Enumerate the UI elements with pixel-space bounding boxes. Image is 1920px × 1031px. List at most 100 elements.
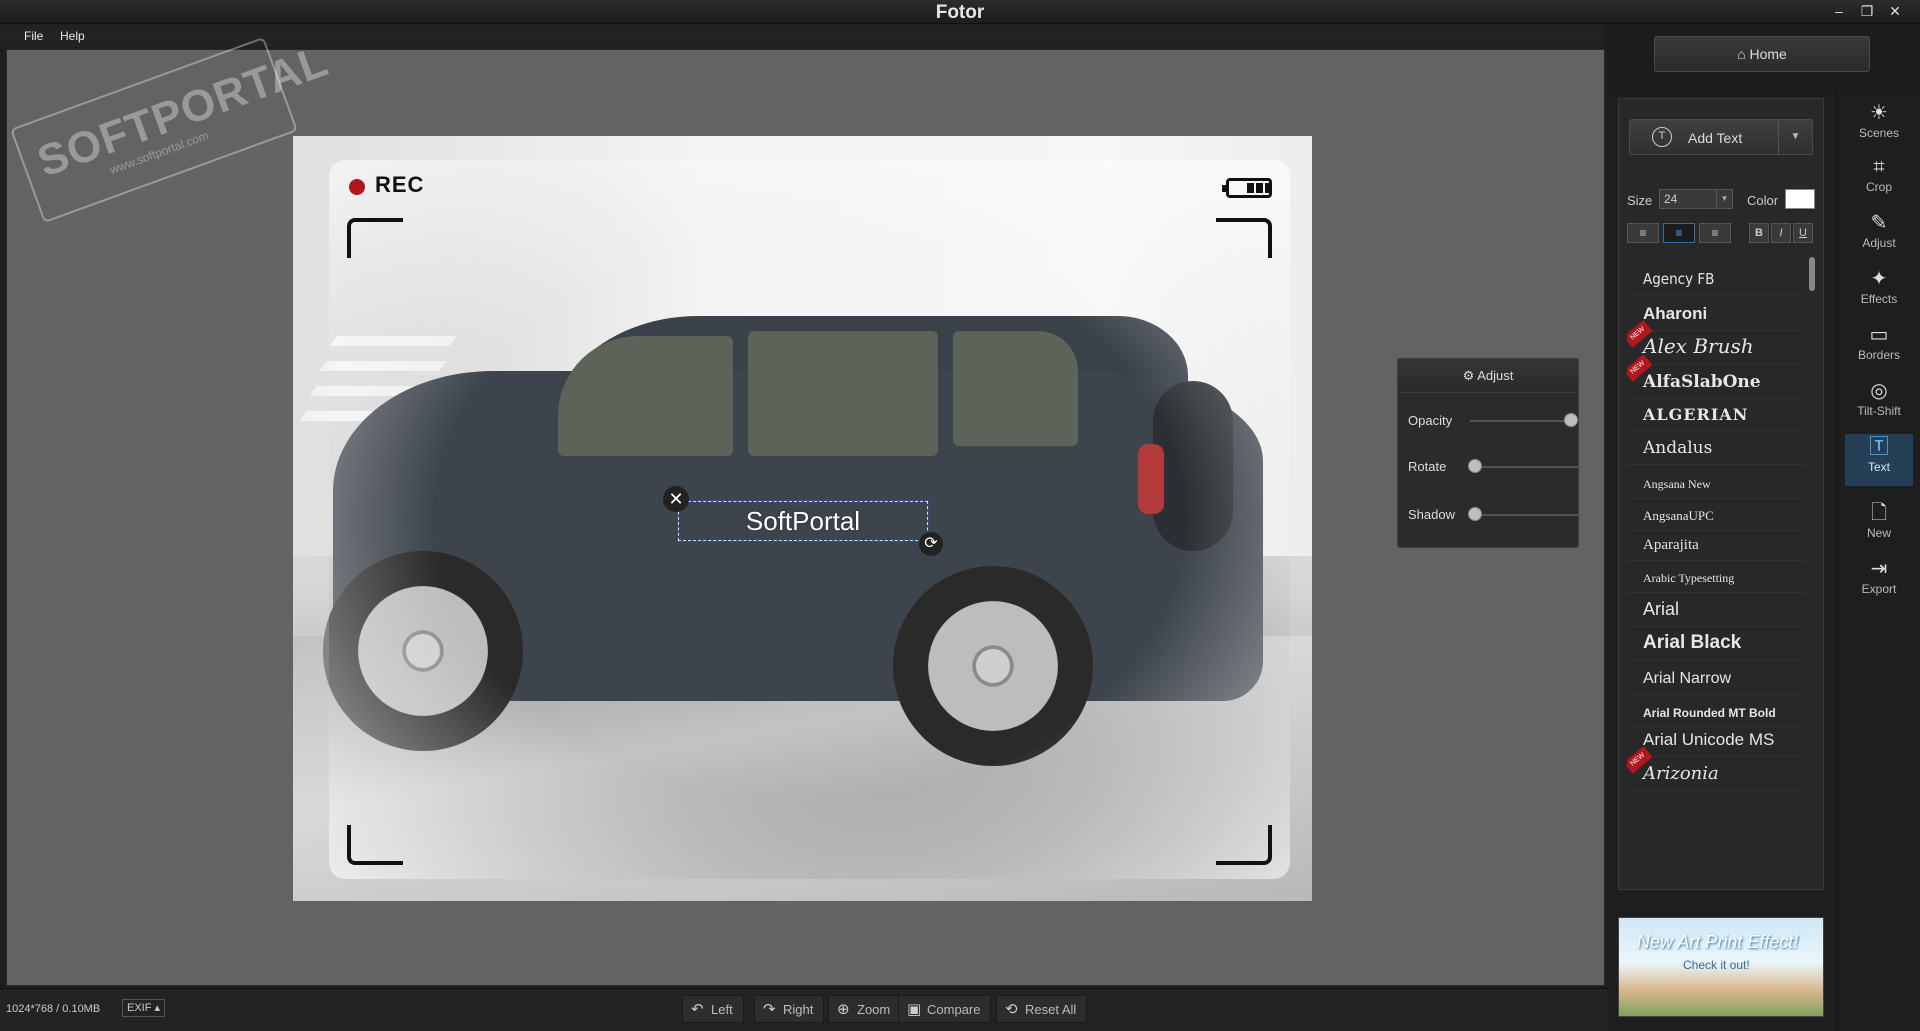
text-icon: 🅃 bbox=[1869, 436, 1889, 458]
font-name: Angsana New bbox=[1643, 477, 1711, 491]
text-layer-rotate-icon[interactable]: ⟳ bbox=[919, 532, 943, 556]
rotate-left-label: Left bbox=[711, 1002, 733, 1017]
tool-export[interactable]: ⇥ Export bbox=[1845, 556, 1913, 608]
text-layer-close-icon[interactable]: ✕ bbox=[663, 486, 689, 512]
tool-label: Text bbox=[1867, 460, 1890, 474]
underline-button[interactable]: U bbox=[1793, 223, 1813, 243]
viewfinder-corner-bl bbox=[347, 825, 403, 865]
size-label: Size bbox=[1627, 193, 1653, 208]
add-text-button[interactable]: T Add Text ▼ bbox=[1629, 119, 1813, 155]
exif-button[interactable]: EXIF ▴ bbox=[122, 999, 166, 1017]
chevron-down-icon[interactable]: ▼ bbox=[1716, 190, 1732, 208]
font-item[interactable]: Aharoni bbox=[1627, 293, 1805, 331]
font-item[interactable]: Andalus bbox=[1627, 427, 1805, 465]
font-size-value: 24 bbox=[1664, 192, 1678, 206]
opacity-label: Opacity bbox=[1408, 413, 1453, 428]
text-layer-content[interactable]: SoftPortal bbox=[679, 506, 927, 537]
font-item[interactable]: ALGERIAN bbox=[1627, 393, 1805, 431]
tool-borders[interactable]: ▭ Borders bbox=[1845, 322, 1913, 374]
image-info: 1024*768 / 0.10MB bbox=[6, 1003, 101, 1015]
text-layer-box[interactable]: SoftPortal ✕ ⟳ bbox=[663, 486, 943, 556]
rotate-right-icon: ↷ bbox=[763, 1001, 776, 1018]
tool-scenes[interactable]: ☀ Scenes bbox=[1845, 100, 1913, 152]
reset-all-button[interactable]: ⟲ Reset All bbox=[996, 995, 1088, 1023]
tool-effects[interactable]: ✦ Effects bbox=[1845, 266, 1913, 318]
font-item[interactable]: Arabic Typesetting bbox=[1627, 555, 1805, 593]
font-name: Arizonia bbox=[1643, 763, 1719, 784]
menu-bar: File Help bbox=[0, 25, 1604, 47]
adjust-panel-header: ⚙ Adjust bbox=[1398, 359, 1578, 393]
menu-file[interactable]: File bbox=[24, 29, 43, 43]
opacity-slider-thumb[interactable] bbox=[1564, 413, 1578, 427]
color-label: Color bbox=[1747, 193, 1779, 208]
text-tool-panel: T Add Text ▼ Size 24 ▼ Color ≡ ≡ ≡ B I U … bbox=[1618, 98, 1824, 890]
tool-label: Crop bbox=[1865, 180, 1892, 194]
font-item[interactable]: Arial Unicode MS bbox=[1627, 719, 1805, 757]
font-name: AngsanaUPC bbox=[1643, 508, 1714, 523]
font-name: Alex Brush bbox=[1643, 334, 1754, 358]
rotate-right-button[interactable]: ↷ Right bbox=[754, 995, 825, 1023]
rotate-right-label: Right bbox=[783, 1002, 814, 1017]
font-item[interactable]: Arizonia NEW bbox=[1627, 746, 1805, 791]
bold-button[interactable]: B bbox=[1749, 223, 1769, 243]
opacity-slider-track[interactable] bbox=[1470, 420, 1578, 422]
close-window-button[interactable]: ✕ bbox=[1884, 2, 1906, 20]
tool-label: Adjust bbox=[1862, 236, 1896, 250]
rotate-slider-thumb[interactable] bbox=[1468, 459, 1482, 473]
effects-icon: ✦ bbox=[1870, 268, 1888, 290]
tool-adjust[interactable]: ✎ Adjust bbox=[1845, 210, 1913, 262]
rotate-left-icon: ↶ bbox=[691, 1001, 704, 1018]
viewfinder-corner-tr bbox=[1216, 218, 1272, 258]
home-label: Home bbox=[1749, 46, 1787, 62]
tool-rail: ☀ Scenes ⌗ Crop ✎ Adjust ✦ Effects ▭ Borders ◎ Tilt… bbox=[1836, 90, 1920, 1031]
font-item[interactable]: Arial bbox=[1627, 589, 1805, 627]
app-title: Fotor bbox=[935, 2, 985, 23]
shadow-label: Shadow bbox=[1408, 507, 1455, 522]
font-list-scrollbar[interactable] bbox=[1809, 257, 1815, 291]
font-item[interactable]: Agency FB bbox=[1627, 257, 1805, 295]
new-icon: 🗋 bbox=[1870, 502, 1888, 524]
home-button[interactable]: ⌂ Home bbox=[1654, 36, 1870, 72]
promo-banner[interactable]: New Art Print Effect! Check it out! bbox=[1618, 917, 1824, 1017]
font-name: Arial bbox=[1643, 599, 1680, 619]
italic-button[interactable]: I bbox=[1771, 223, 1791, 243]
shadow-slider-track[interactable] bbox=[1470, 514, 1578, 516]
font-item[interactable]: Arial Black bbox=[1627, 623, 1805, 661]
viewfinder-corner-br bbox=[1216, 825, 1272, 865]
rec-dot-icon bbox=[349, 179, 365, 195]
tool-text[interactable]: 🅃 Text bbox=[1845, 434, 1913, 486]
opacity-slider-row: Opacity bbox=[1408, 411, 1578, 431]
tool-crop[interactable]: ⌗ Crop bbox=[1845, 154, 1913, 206]
add-text-dropdown-icon[interactable]: ▼ bbox=[1778, 120, 1812, 154]
bottom-toolbar: 1024*768 / 0.10MB EXIF ▴ ↶ Left ↷ Right ⊕ Z… bbox=[0, 988, 1608, 1031]
font-name: AlfaSlabOne bbox=[1643, 372, 1761, 392]
text-t-icon: T bbox=[1652, 127, 1672, 147]
font-item[interactable]: Alex Brush NEW bbox=[1627, 320, 1805, 365]
rotate-slider-track[interactable] bbox=[1470, 466, 1578, 468]
compare-button[interactable]: ▣ Compare bbox=[898, 995, 992, 1023]
home-icon: ⌂ bbox=[1737, 46, 1746, 62]
font-name: Aharoni bbox=[1643, 304, 1708, 323]
minimize-button[interactable]: – bbox=[1828, 2, 1850, 20]
zoom-button[interactable]: ⊕ Zoom bbox=[828, 995, 902, 1023]
watermark-logo: SOFTPORTAL www.softportal.com bbox=[10, 36, 335, 224]
tool-label: New bbox=[1866, 526, 1891, 540]
rotate-left-button[interactable]: ↶ Left bbox=[682, 995, 744, 1023]
shadow-slider-row: Shadow bbox=[1408, 505, 1578, 525]
menu-help[interactable]: Help bbox=[60, 29, 85, 43]
tool-new[interactable]: 🗋 New bbox=[1845, 500, 1913, 552]
align-center-button[interactable]: ≡ bbox=[1663, 223, 1695, 243]
font-size-select[interactable]: 24 ▼ bbox=[1659, 189, 1733, 209]
maximize-button[interactable]: ❐ bbox=[1856, 2, 1878, 20]
font-name: Andalus bbox=[1643, 438, 1713, 458]
text-color-swatch[interactable] bbox=[1785, 189, 1815, 209]
align-left-button[interactable]: ≡ bbox=[1627, 223, 1659, 243]
font-name: Agency FB bbox=[1643, 270, 1715, 288]
adjust-panel: ⚙ Adjust Opacity Rotate Shadow bbox=[1397, 358, 1579, 548]
font-name: ALGERIAN bbox=[1643, 405, 1749, 424]
align-right-button[interactable]: ≡ bbox=[1699, 223, 1731, 243]
rotate-label: Rotate bbox=[1408, 459, 1447, 474]
shadow-slider-thumb[interactable] bbox=[1468, 507, 1482, 521]
tool-tilt-shift[interactable]: ◎ Tilt-Shift bbox=[1845, 378, 1913, 430]
tool-label: Tilt-Shift bbox=[1857, 404, 1901, 418]
